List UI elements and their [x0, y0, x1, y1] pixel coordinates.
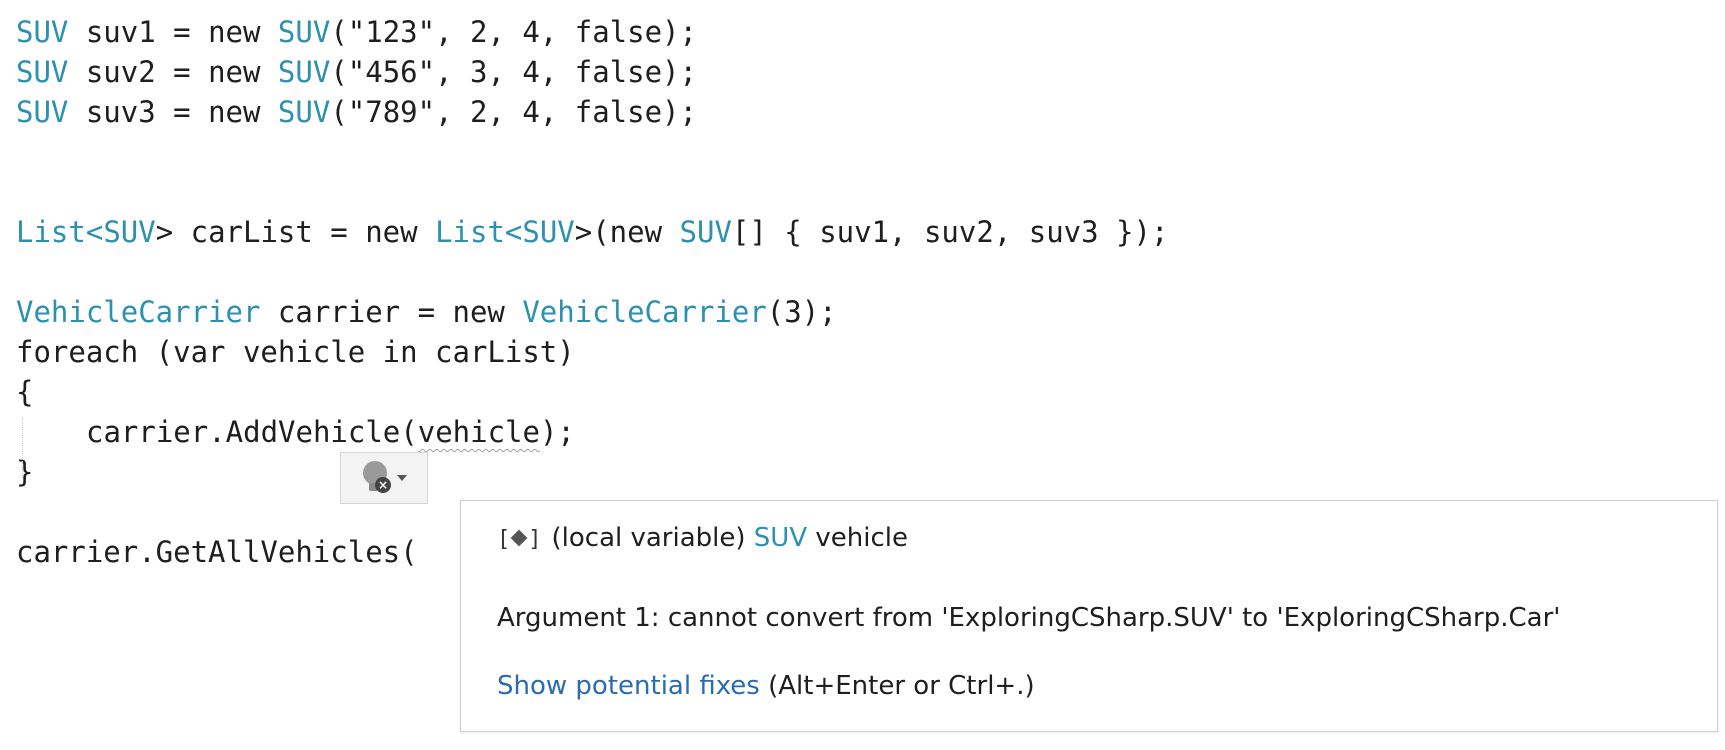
type-token: List: [435, 215, 505, 249]
code-text: suv1 =: [68, 15, 209, 49]
code-text: [] { suv1, suv2, suv3 });: [731, 215, 1169, 249]
code-text: suv3 =: [68, 95, 209, 129]
type-token: List: [16, 215, 86, 249]
keyword-token: new: [208, 55, 278, 89]
code-text: suv2 =: [68, 55, 209, 89]
code-line-suv1[interactable]: SUV suv1 = new SUV("123", 2, 4, false);: [16, 12, 697, 52]
type-token: VehicleCarrier: [16, 295, 261, 329]
code-line-open-brace[interactable]: {: [16, 372, 33, 412]
code-line-foreach[interactable]: foreach (var vehicle in carList): [16, 332, 575, 372]
code-text: ("789", 2, 4, false);: [330, 95, 697, 129]
keyword-token: new: [208, 15, 278, 49]
code-line-suv2[interactable]: SUV suv2 = new SUV("456", 3, 4, false);: [16, 52, 697, 92]
tooltip-error-message: Argument 1: cannot convert from 'Explori…: [497, 603, 1561, 633]
signature-type: SUV: [753, 523, 808, 553]
signature-name: vehicle: [807, 523, 908, 553]
tooltip-fix-row: Show potential fixes (Alt+Enter or Ctrl+…: [497, 671, 1035, 701]
local-variable-icon: []: [497, 527, 542, 552]
code-text: {: [16, 375, 34, 409]
code-text: carrier = new: [260, 295, 523, 329]
type-token: SUV: [103, 215, 156, 249]
type-token: SUV: [16, 95, 69, 129]
code-text: foreach (var vehicle in carList): [16, 335, 575, 369]
tooltip-signature: [] (local variable) SUV vehicle: [497, 523, 908, 553]
code-text: >(new: [574, 215, 680, 249]
type-token: SUV: [16, 15, 69, 49]
code-text: );: [539, 415, 575, 449]
type-token: VehicleCarrier: [522, 295, 767, 329]
quickinfo-tooltip: [] (local variable) SUV vehicle Argument …: [460, 500, 1718, 732]
type-token: SUV: [277, 55, 331, 89]
code-text: (3);: [766, 295, 837, 329]
type-token: SUV: [277, 95, 331, 129]
code-line-carlist[interactable]: List<SUV> carList = new List<SUV>(new SU…: [16, 212, 1168, 252]
quick-actions-button[interactable]: ×: [340, 452, 428, 504]
code-text: carrier.GetAllVehicles(: [16, 535, 418, 569]
code-text: carrier.AddVehicle(: [86, 415, 418, 449]
keyword-token: new: [208, 95, 278, 129]
code-text: }: [16, 455, 34, 489]
type-token: SUV: [16, 55, 69, 89]
show-potential-fixes-link[interactable]: Show potential fixes: [497, 671, 760, 701]
code-line-add-vehicle[interactable]: carrier.AddVehicle(vehicle);: [86, 412, 575, 452]
lightbulb-error-icon: ×: [361, 461, 391, 495]
type-token: SUV: [522, 215, 575, 249]
error-badge-icon: ×: [375, 477, 391, 493]
code-text: <: [504, 215, 523, 249]
signature-kind: (local variable): [551, 523, 754, 553]
type-token: SUV: [679, 215, 732, 249]
indent-guide: [22, 418, 23, 478]
code-line-carrier[interactable]: VehicleCarrier carrier = new VehicleCarr…: [16, 292, 837, 332]
code-text: <: [85, 215, 104, 249]
code-text: > carList = new: [155, 215, 436, 249]
code-line-suv3[interactable]: SUV suv3 = new SUV("789", 2, 4, false);: [16, 92, 697, 132]
chevron-down-icon: [397, 475, 407, 481]
code-line-getall[interactable]: carrier.GetAllVehicles(: [16, 532, 418, 572]
error-squiggle-argument[interactable]: vehicle: [418, 415, 540, 449]
fix-shortcut-hint: (Alt+Enter or Ctrl+.): [759, 671, 1035, 701]
type-token: SUV: [277, 15, 331, 49]
code-text: ("456", 3, 4, false);: [330, 55, 697, 89]
code-text: ("123", 2, 4, false);: [330, 15, 697, 49]
code-line-close-brace[interactable]: }: [16, 452, 33, 492]
